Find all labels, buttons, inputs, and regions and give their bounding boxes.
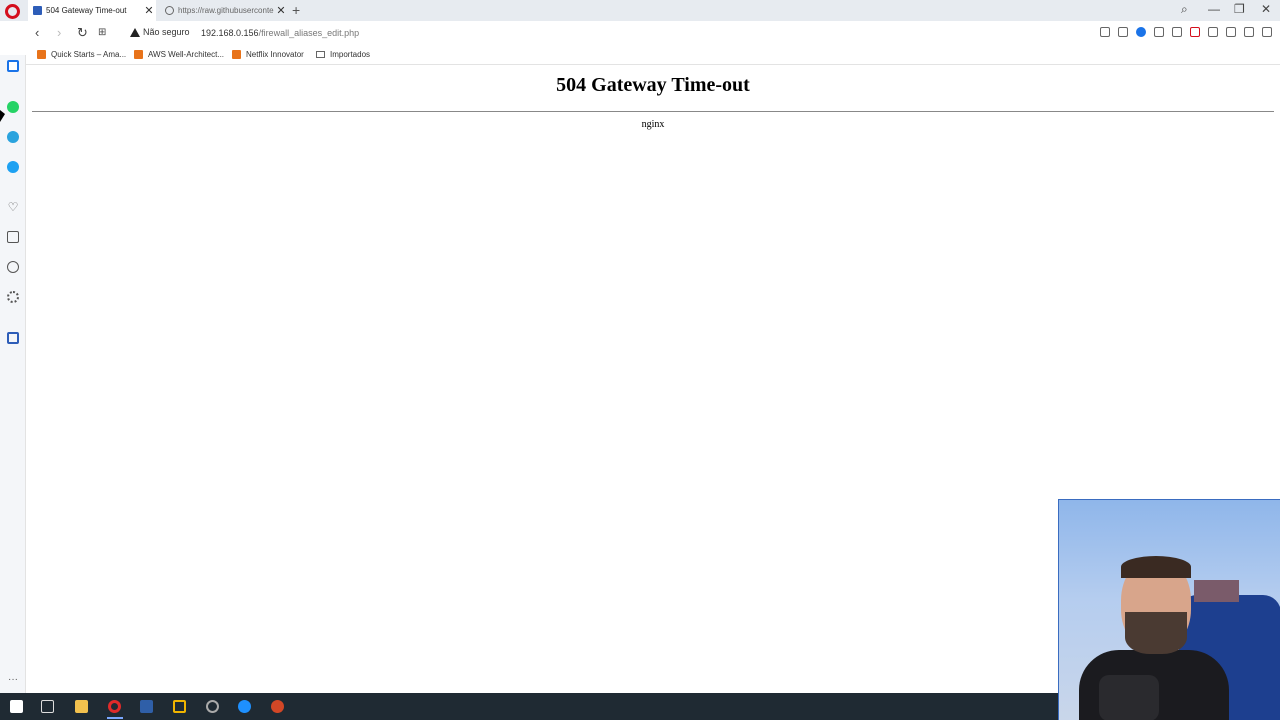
person-beard [1125, 612, 1187, 654]
translate-icon[interactable] [1208, 27, 1218, 37]
app-box-icon[interactable] [173, 700, 186, 713]
microphone [1099, 675, 1159, 720]
address-bar: ‹ › ↻ ⊞ Não seguro 192.168.0.156/firewal… [0, 21, 1280, 45]
bookmark-item[interactable]: Netflix Innovator [232, 50, 304, 59]
webcam-overlay [1058, 499, 1280, 720]
twitter-icon[interactable] [7, 161, 19, 173]
vpn-shield-icon[interactable] [1136, 27, 1146, 37]
globe-favicon-icon [165, 6, 174, 15]
tab-active[interactable]: 504 Gateway Time-out ✕ [28, 0, 156, 21]
person-hair [1121, 556, 1191, 578]
edit-icon[interactable] [1100, 27, 1110, 37]
folder-icon [316, 51, 325, 58]
settings-gear-icon[interactable] [7, 291, 19, 303]
bookmark-label: Importados [330, 50, 371, 59]
my-flow-heart-icon[interactable]: ♡ [7, 201, 19, 213]
bookmark-label: AWS Well-Architect... [148, 50, 225, 59]
tab-strip: 504 Gateway Time-out ✕ https://raw.githu… [0, 0, 1280, 21]
bookmarks-bar: Quick Starts – Ama... AWS Well-Architect… [0, 45, 1280, 65]
telegram-icon[interactable] [7, 131, 19, 143]
cube-icon[interactable] [1226, 27, 1236, 37]
aws-cube-icon [37, 50, 46, 59]
bookmark-label: Quick Starts – Ama... [51, 50, 127, 59]
restore-button[interactable]: ❐ [1234, 2, 1245, 16]
windows-start-icon[interactable] [10, 700, 23, 713]
task-view-icon[interactable] [41, 700, 54, 713]
speed-dial-icon[interactable]: ⊞ [98, 27, 106, 38]
menu-icon[interactable] [1262, 27, 1272, 37]
security-label: Não seguro [143, 27, 190, 37]
minimize-button[interactable]: — [1208, 2, 1220, 16]
file-explorer-icon[interactable] [75, 700, 88, 713]
tabs-icon[interactable] [7, 231, 19, 243]
extension-red-icon[interactable] [1190, 27, 1200, 37]
opera-taskbar-icon[interactable] [108, 700, 121, 713]
active-app-indicator [107, 717, 123, 719]
forward-button[interactable]: › [57, 25, 61, 40]
password-manager-icon[interactable] [7, 332, 19, 344]
tab-close-icon[interactable]: ✕ [142, 4, 156, 17]
bookmark-item[interactable]: AWS Well-Architect... [134, 50, 224, 59]
taskbar [0, 693, 1058, 720]
powerpoint-icon[interactable] [271, 700, 284, 713]
browser-window: 504 Gateway Time-out ✕ https://raw.githu… [0, 0, 1280, 720]
camera-icon[interactable] [1118, 27, 1128, 37]
opera-menu-icon[interactable] [5, 4, 20, 19]
url-path: /firewall_aliases_edit.php [258, 28, 360, 38]
download-icon[interactable] [1244, 27, 1254, 37]
mouse-cursor-icon [0, 110, 5, 122]
history-clock-icon[interactable] [7, 261, 19, 273]
send-icon[interactable] [1154, 27, 1164, 37]
background-shelf [1194, 580, 1239, 602]
more-icon[interactable]: ··· [7, 674, 19, 686]
whatsapp-icon[interactable] [7, 101, 19, 113]
tab-title: 504 Gateway Time-out [46, 6, 127, 15]
back-button[interactable]: ‹ [35, 25, 39, 40]
tab-search-icon[interactable]: ⌕ [1181, 2, 1188, 17]
bookmark-item[interactable]: Quick Starts – Ama... [37, 50, 126, 59]
divider [32, 111, 1274, 112]
tab-title: https://raw.githubuserconte [178, 6, 274, 15]
warning-icon [130, 27, 140, 37]
security-indicator[interactable]: Não seguro [130, 27, 190, 37]
tab-inactive[interactable]: https://raw.githubuserconte ✕ [160, 0, 288, 21]
media-player-icon[interactable] [238, 700, 251, 713]
sidebar: ♡ ··· [0, 55, 26, 693]
aws-cube-icon [232, 50, 241, 59]
page-title: 504 Gateway Time-out [556, 74, 750, 96]
extension-toolbar [1100, 27, 1272, 37]
url-field[interactable]: 192.168.0.156/firewall_aliases_edit.php [201, 28, 359, 38]
tab-close-icon[interactable]: ✕ [274, 4, 288, 17]
new-tab-button[interactable]: + [292, 2, 300, 18]
pfsense-favicon-icon [33, 6, 42, 15]
bookmark-folder[interactable]: Importados [316, 50, 370, 59]
reload-button[interactable]: ↻ [77, 25, 88, 41]
aws-cube-icon [134, 50, 143, 59]
close-window-button[interactable]: ✕ [1261, 2, 1271, 16]
heart-icon[interactable] [1172, 27, 1182, 37]
url-host: 192.168.0.156 [201, 28, 259, 38]
bookmark-label: Netflix Innovator [246, 50, 304, 59]
browser-icon[interactable] [206, 700, 219, 713]
powershell-icon[interactable] [140, 700, 153, 713]
home-icon[interactable] [7, 60, 19, 72]
server-signature: nginx [641, 119, 665, 130]
